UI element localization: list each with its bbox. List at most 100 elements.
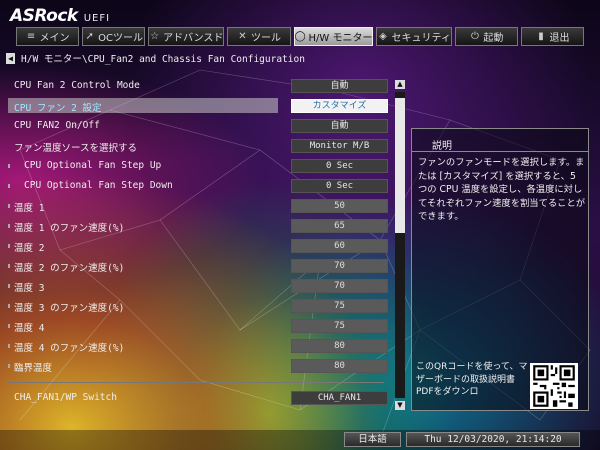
tab-hw-monitor[interactable]: ◯ H/W モニター (293, 27, 374, 46)
uefi-label: UEFI (83, 13, 111, 24)
tab-exit[interactable]: ▮ 退出 (520, 27, 584, 46)
setting-label: 温度 2 (14, 243, 45, 254)
tab-label: ツール (250, 33, 281, 44)
setting-row[interactable]: 温度 3 70 (8, 276, 388, 296)
setting-row[interactable]: CPU FAN2 On/Off 自動 (8, 116, 388, 136)
setting-row[interactable]: 温度 4 のファン速度(%) 80 (8, 336, 388, 356)
setting-row[interactable]: 温度 1 のファン速度(%) 65 (8, 216, 388, 236)
setting-value[interactable]: 70 (291, 259, 388, 273)
setting-value[interactable]: 0 Sec (291, 159, 388, 173)
setting-row[interactable]: ファン温度ソースを選択する Monitor M/B (8, 136, 388, 156)
setting-label: 温度 3 (14, 283, 45, 294)
scroll-up-icon[interactable]: ▲ (395, 80, 405, 89)
breadcrumb-text: H/W モニター\CPU_Fan2 and Chassis Fan Config… (21, 54, 305, 65)
main-tabs: ≡ メイン ➚ OCツール ☆ アドバンスド ✕ ツール ◯ H/W モニター ◈ セキュリ… (16, 27, 584, 48)
list-divider (8, 382, 384, 383)
bullet-marker (8, 304, 10, 308)
rocket-icon: ➚ (85, 31, 94, 42)
setting-row[interactable]: 温度 4 75 (8, 316, 388, 336)
setting-value[interactable]: CHA_FAN1 (291, 391, 388, 405)
settings-list: CPU Fan 2 Control Mode 自動 CPU ファン 2 設定 カスタ… (8, 76, 388, 376)
setting-value[interactable]: 60 (291, 239, 388, 253)
setting-label: CHA_FAN1/WP Switch (14, 392, 117, 403)
setting-label: 温度 1 のファン速度(%) (14, 223, 125, 234)
setting-value[interactable]: 75 (291, 299, 388, 313)
bullet-marker (8, 244, 10, 248)
setting-row[interactable]: CPU Optional Fan Step Up 0 Sec (8, 156, 388, 176)
scroll-thumb[interactable] (395, 98, 405, 233)
setting-row[interactable]: 臨界温度 80 (8, 356, 388, 376)
bullet-marker (8, 364, 10, 368)
setting-label: 臨界温度 (14, 363, 53, 374)
setting-label: 温度 4 (14, 323, 45, 334)
bullet-marker (8, 344, 10, 348)
setting-value[interactable]: 75 (291, 319, 388, 333)
tab-label: セキュリティ (391, 33, 451, 44)
list-icon: ≡ (26, 31, 36, 42)
tab-boot[interactable]: ⏻ 起動 (454, 27, 518, 46)
bullet-marker (8, 324, 10, 328)
tab-label: 起動 (483, 33, 504, 44)
scroll-down-icon[interactable]: ▼ (395, 401, 405, 410)
description-title: 説明 (432, 141, 452, 152)
setting-label: ファン温度ソースを選択する (14, 143, 138, 154)
description-divider (412, 151, 588, 152)
bullet-marker (8, 204, 10, 208)
back-arrow-icon[interactable]: ◀ (6, 52, 15, 64)
setting-label: CPU Fan 2 Control Mode (14, 80, 140, 91)
setting-row-cha-fan[interactable]: CHA_FAN1/WP Switch CHA_FAN1 (8, 388, 388, 408)
bullet-marker (8, 264, 10, 268)
power-icon: ⏻ (470, 31, 479, 42)
bullet-marker (8, 184, 10, 188)
setting-value[interactable]: Monitor M/B (291, 139, 388, 153)
brand-name: ASRock (10, 6, 78, 26)
tab-label: OCツール (98, 33, 144, 44)
tab-label: アドバンスド (163, 33, 224, 44)
setting-value[interactable]: 50 (291, 199, 388, 213)
setting-label: CPU ファン 2 設定 (14, 103, 102, 114)
setting-row-selected[interactable]: CPU ファン 2 設定 カスタマイズ (8, 96, 388, 116)
star-icon: ☆ (150, 31, 160, 42)
setting-label: 温度 2 のファン速度(%) (14, 263, 125, 274)
setting-value[interactable]: 0 Sec (291, 179, 388, 193)
tab-label: メイン (39, 33, 70, 44)
setting-row[interactable]: 温度 2 のファン速度(%) 70 (8, 256, 388, 276)
scroll-track[interactable] (395, 92, 405, 398)
setting-row[interactable]: 温度 1 50 (8, 196, 388, 216)
tab-main[interactable]: ≡ メイン (16, 27, 80, 46)
system-clock: Thu 12/03/2020, 21:14:20 (406, 432, 580, 447)
setting-label: 温度 3 のファン速度(%) (14, 303, 125, 314)
qr-code-icon (530, 363, 578, 409)
scrollbar[interactable]: ▲ ▼ (394, 80, 406, 410)
setting-label: CPU FAN2 On/Off (14, 120, 100, 131)
setting-row[interactable]: CPU Optional Fan Step Down 0 Sec (8, 176, 388, 196)
setting-label: 温度 4 のファン速度(%) (14, 343, 125, 354)
tab-advanced[interactable]: ☆ アドバンスド (148, 27, 225, 46)
setting-value[interactable]: 65 (291, 219, 388, 233)
setting-value[interactable]: 80 (291, 359, 388, 373)
setting-row[interactable]: 温度 3 のファン速度(%) 75 (8, 296, 388, 316)
setting-label: CPU Optional Fan Step Up (24, 160, 162, 171)
bullet-marker (8, 224, 10, 228)
tab-label: H/W モニター (308, 33, 373, 44)
setting-value[interactable]: カスタマイズ (291, 99, 388, 113)
asrock-logo: ASRock UEFI (10, 6, 110, 26)
setting-value[interactable]: 自動 (291, 79, 388, 93)
language-button[interactable]: 日本語 (344, 432, 401, 447)
shield-icon: ◈ (379, 31, 387, 42)
description-text: ファンのファンモードを選択します。または [カスタマイズ] を選択すると、5 つ… (418, 157, 586, 222)
tab-oc-tweaker[interactable]: ➚ OCツール (82, 27, 146, 46)
setting-row[interactable]: 温度 2 60 (8, 236, 388, 256)
setting-value[interactable]: 80 (291, 339, 388, 353)
bullet-marker (8, 284, 10, 288)
wrench-icon: ✕ (238, 31, 247, 42)
exit-icon: ▮ (538, 31, 544, 42)
breadcrumb: ◀ H/W モニター\CPU_Fan2 and Chassis Fan Conf… (6, 51, 305, 65)
tab-security[interactable]: ◈ セキュリティ (376, 27, 452, 46)
setting-row[interactable]: CPU Fan 2 Control Mode 自動 (8, 76, 388, 96)
circle-icon: ◯ (294, 31, 306, 42)
setting-value[interactable]: 70 (291, 279, 388, 293)
tab-tool[interactable]: ✕ ツール (227, 27, 291, 46)
setting-value[interactable]: 自動 (291, 119, 388, 133)
setting-label: 温度 1 (14, 203, 45, 214)
